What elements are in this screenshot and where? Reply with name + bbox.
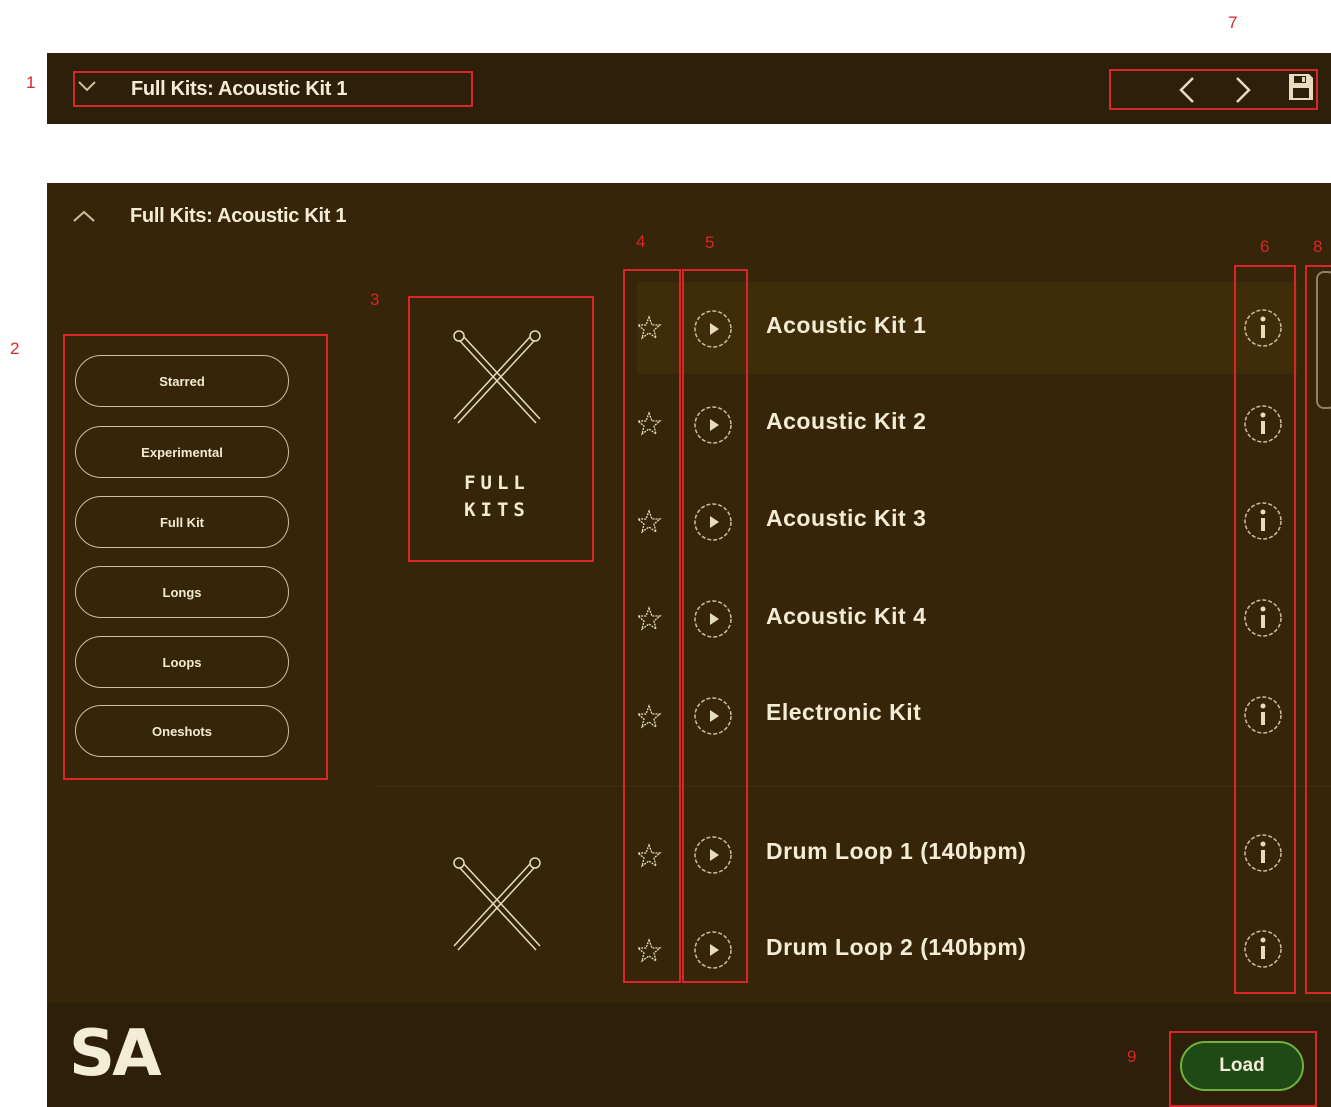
annotation-number: 3 [370, 290, 380, 309]
annotation-number: 1 [26, 73, 36, 92]
preset-item-name[interactable]: Acoustic Kit 4 [766, 603, 926, 630]
info-icon[interactable] [1243, 308, 1283, 353]
annotation-number: 7 [1228, 13, 1238, 32]
tag-longs-button[interactable]: Longs [75, 566, 289, 618]
preset-item-name[interactable]: Acoustic Kit 1 [766, 312, 926, 339]
play-icon[interactable] [693, 835, 733, 880]
tag-oneshots-button[interactable]: Oneshots [75, 705, 289, 757]
selected-row-highlight [637, 282, 1297, 374]
preset-item-name[interactable]: Electronic Kit [766, 699, 921, 726]
info-icon[interactable] [1243, 404, 1283, 449]
preset-item-name[interactable]: Acoustic Kit 3 [766, 505, 926, 532]
preset-browser-panel: Full Kits: Acoustic Kit 1 Starred Experi… [47, 183, 1331, 1107]
info-icon[interactable] [1243, 929, 1283, 974]
annotation-number: 4 [636, 232, 646, 251]
preset-item-name[interactable]: Acoustic Kit 2 [766, 408, 926, 435]
browser-footer: SA Load [47, 1003, 1331, 1107]
chevron-up-icon[interactable] [71, 208, 97, 229]
section-divider [377, 785, 1331, 787]
category-label: FULL KITS [455, 470, 539, 524]
play-icon[interactable] [693, 599, 733, 644]
annotation-number: 6 [1260, 237, 1270, 256]
info-icon[interactable] [1243, 695, 1283, 740]
star-icon[interactable] [636, 843, 662, 874]
category-label-line1: FULL [464, 472, 530, 494]
preset-title[interactable]: Full Kits: Acoustic Kit 1 [131, 78, 348, 101]
info-icon[interactable] [1243, 833, 1283, 878]
annotation-number: 2 [10, 339, 20, 358]
play-icon[interactable] [693, 696, 733, 741]
play-icon[interactable] [693, 502, 733, 547]
star-icon[interactable] [636, 509, 662, 540]
browser-title: Full Kits: Acoustic Kit 1 [130, 205, 347, 227]
annotation-number: 9 [1127, 1047, 1137, 1066]
star-icon[interactable] [636, 606, 662, 637]
preset-item-name[interactable]: Drum Loop 1 (140bpm) [766, 838, 1026, 865]
chevron-right-icon[interactable] [1233, 75, 1253, 110]
chevron-left-icon[interactable] [1177, 75, 1197, 110]
annotation-number: 8 [1313, 237, 1323, 256]
chevron-down-icon[interactable] [77, 79, 97, 98]
play-icon[interactable] [693, 309, 733, 354]
star-icon[interactable] [636, 315, 662, 346]
play-icon[interactable] [693, 405, 733, 450]
tag-full-kit-button[interactable]: Full Kit [75, 496, 289, 548]
collapsed-preset-bar: Full Kits: Acoustic Kit 1 [47, 53, 1331, 124]
annotation-number: 5 [705, 233, 715, 252]
star-icon[interactable] [636, 704, 662, 735]
star-icon[interactable] [636, 938, 662, 969]
tag-loops-button[interactable]: Loops [75, 636, 289, 688]
tag-starred-button[interactable]: Starred [75, 355, 289, 407]
star-icon[interactable] [636, 411, 662, 442]
drumsticks-icon [442, 323, 552, 438]
info-icon[interactable] [1243, 501, 1283, 546]
save-icon[interactable] [1288, 73, 1314, 106]
preset-item-name[interactable]: Drum Loop 2 (140bpm) [766, 934, 1026, 961]
scrollbar-thumb[interactable] [1316, 271, 1331, 409]
category-label-line2: KITS [464, 499, 530, 521]
sa-logo: SA [69, 1017, 162, 1091]
load-button[interactable]: Load [1180, 1041, 1304, 1091]
play-icon[interactable] [693, 930, 733, 975]
tag-experimental-button[interactable]: Experimental [75, 426, 289, 478]
drumsticks-icon [442, 850, 552, 965]
info-icon[interactable] [1243, 598, 1283, 643]
